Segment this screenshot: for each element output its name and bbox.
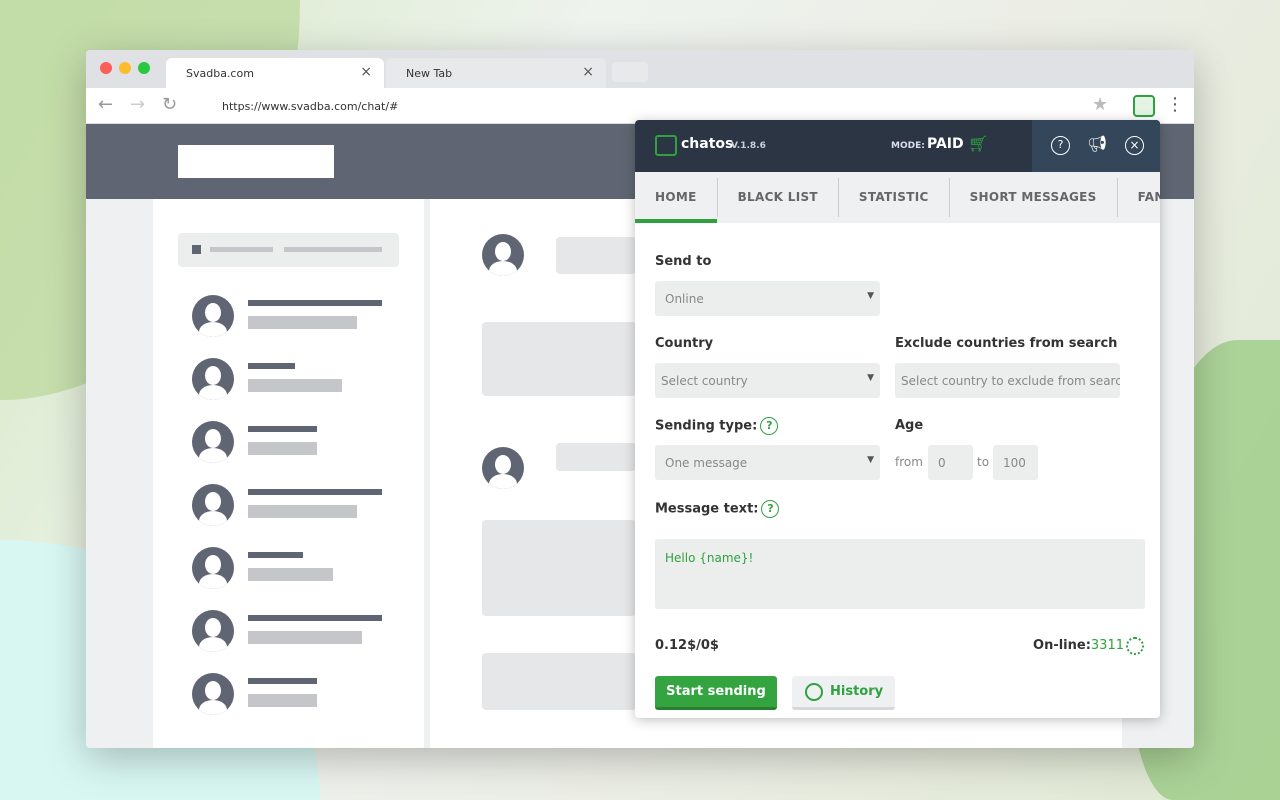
- contact-name-placeholder: [248, 489, 382, 495]
- megaphone-icon[interactable]: 📢︎: [1087, 134, 1107, 153]
- url-input[interactable]: https://www.svadba.com/chat/#: [194, 93, 1074, 119]
- chat-bubble: [482, 520, 636, 616]
- chevron-down-icon: ▼: [867, 373, 874, 383]
- site-logo: [178, 145, 334, 178]
- cart-icon: 🛒︎: [968, 134, 989, 153]
- avatar[interactable]: [192, 547, 234, 589]
- contact-info-placeholder: [248, 568, 333, 581]
- tab-fans[interactable]: FANS: [1116, 178, 1160, 217]
- close-icon[interactable]: ×: [582, 64, 594, 80]
- chatos-logo-icon: [655, 135, 677, 156]
- contact-info-placeholder: [248, 505, 357, 518]
- star-icon[interactable]: ★: [1092, 94, 1108, 115]
- avatar[interactable]: [192, 295, 234, 337]
- forward-icon[interactable]: →: [130, 94, 145, 115]
- avatar: [482, 234, 524, 276]
- chat-bubble: [556, 443, 636, 471]
- contact-name-placeholder: [248, 363, 295, 369]
- contact-name-placeholder: [248, 300, 382, 306]
- refresh-icon[interactable]: [1126, 637, 1144, 655]
- exclude-label: Exclude countries from search: [895, 336, 1118, 351]
- close-icon[interactable]: ×: [1125, 136, 1144, 155]
- message-textarea[interactable]: Hello {name}!: [655, 539, 1145, 609]
- chatos-popup: chatos V.1.8.6 MODE: PAID 🛒︎ ? 📢︎ × HOME…: [635, 120, 1160, 718]
- country-label: Country: [655, 336, 714, 351]
- sending-type-label: Sending type:?: [655, 417, 779, 435]
- avatar[interactable]: [192, 484, 234, 526]
- contact-name-placeholder: [248, 426, 317, 432]
- back-icon[interactable]: ←: [98, 94, 113, 115]
- sending-type-select[interactable]: One message ▼: [655, 445, 880, 480]
- chat-input-placeholder: [482, 653, 636, 710]
- tab-new[interactable]: New Tab ×: [386, 58, 606, 88]
- contact-name-placeholder: [248, 678, 317, 684]
- chevron-down-icon: ▼: [867, 291, 874, 301]
- online-count: 3311: [1090, 638, 1124, 653]
- avatar: [482, 447, 524, 489]
- age-from-input[interactable]: 0: [928, 445, 973, 480]
- avatar[interactable]: [192, 421, 234, 463]
- version: V.1.8.6: [731, 141, 766, 151]
- maximize-window-button[interactable]: [138, 62, 150, 74]
- country-select[interactable]: Select country ▼: [655, 363, 880, 398]
- age-to-label: to: [977, 455, 990, 469]
- tab-short-messages[interactable]: SHORT MESSAGES: [948, 178, 1117, 217]
- exclude-countries-input[interactable]: Select country to exclude from search: [895, 363, 1120, 398]
- help-icon[interactable]: ?: [1051, 136, 1070, 155]
- age-label: Age: [895, 418, 924, 433]
- online-status: On-line:3311: [1033, 638, 1124, 653]
- contact-info-placeholder: [248, 694, 317, 707]
- age-from-label: from: [895, 455, 923, 469]
- avatar[interactable]: [192, 358, 234, 400]
- avatar[interactable]: [192, 673, 234, 715]
- history-button[interactable]: History: [792, 676, 895, 710]
- start-sending-button[interactable]: Start sending: [655, 676, 777, 710]
- avatar[interactable]: [192, 610, 234, 652]
- popup-tabs: HOME BLACK LIST STATISTIC SHORT MESSAGES…: [635, 172, 1160, 223]
- minimize-window-button[interactable]: [119, 62, 131, 74]
- tab-home[interactable]: HOME: [635, 172, 717, 223]
- price-text: 0.12$/0$: [655, 638, 719, 653]
- extension-icon[interactable]: [1133, 95, 1155, 117]
- age-to-input[interactable]: 100: [993, 445, 1038, 480]
- new-tab-button[interactable]: [612, 62, 648, 82]
- contact-info-placeholder: [248, 379, 342, 392]
- clock-icon: [805, 683, 823, 701]
- contact-name-placeholder: [248, 615, 382, 621]
- chat-bubble: [482, 322, 636, 396]
- address-bar: ← → ↻ https://www.svadba.com/chat/# ★ ⋮: [86, 88, 1194, 124]
- close-window-button[interactable]: [100, 62, 112, 74]
- contact-list: [153, 199, 424, 748]
- mode-label: MODE:: [891, 141, 925, 151]
- contact-name-placeholder: [248, 552, 303, 558]
- chevron-down-icon: ▼: [867, 455, 874, 465]
- send-to-label: Send to: [655, 254, 712, 269]
- send-to-select[interactable]: Online ▼: [655, 281, 880, 316]
- help-icon[interactable]: ?: [760, 417, 779, 435]
- tab-bar: Svadba.com × New Tab ×: [86, 50, 1194, 88]
- tab-statistic[interactable]: STATISTIC: [837, 178, 949, 217]
- chat-bubble: [556, 237, 636, 274]
- help-icon[interactable]: ?: [761, 500, 780, 518]
- tab-svadba[interactable]: Svadba.com ×: [166, 58, 384, 88]
- mode-value: PAID: [927, 136, 964, 152]
- contact-info-placeholder: [248, 631, 362, 644]
- close-icon[interactable]: ×: [360, 64, 372, 80]
- contact-info-placeholder: [248, 442, 317, 455]
- brand-name: chatos: [681, 136, 734, 152]
- popup-header: chatos V.1.8.6 MODE: PAID 🛒︎ ? 📢︎ ×: [635, 120, 1160, 172]
- reload-icon[interactable]: ↻: [162, 94, 177, 115]
- header-actions: ? 📢︎ ×: [1032, 120, 1160, 172]
- message-text-label: Message text:?: [655, 500, 780, 518]
- menu-icon[interactable]: ⋮: [1166, 94, 1184, 115]
- tab-black-list[interactable]: BLACK LIST: [716, 178, 838, 217]
- contact-info-placeholder: [248, 316, 357, 329]
